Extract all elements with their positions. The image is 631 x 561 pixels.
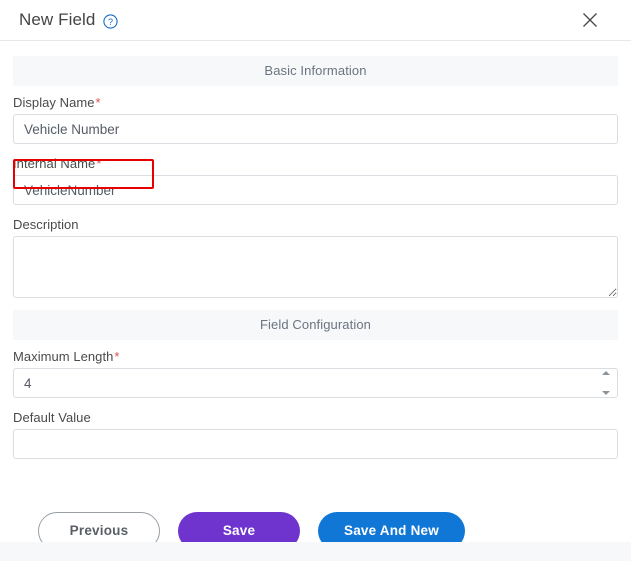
section-header-field-configuration: Field Configuration: [13, 310, 618, 340]
internal-name-label-text: Internal Name: [13, 156, 96, 171]
required-marker: *: [96, 156, 102, 171]
internal-name-label: Internal Name*: [13, 156, 618, 171]
bottom-strip: [0, 542, 631, 561]
default-value-label: Default Value: [13, 410, 91, 425]
internal-name-input[interactable]: [13, 175, 618, 205]
maximum-length-label: Maximum Length*: [13, 349, 618, 364]
svg-text:?: ?: [108, 17, 113, 27]
stepper-down-icon[interactable]: [601, 391, 610, 395]
stepper-up-icon[interactable]: [601, 371, 610, 375]
close-icon[interactable]: [577, 7, 603, 33]
field-display-name: Display Name*: [13, 95, 618, 144]
required-marker: *: [95, 95, 101, 110]
required-marker: *: [114, 349, 120, 364]
modal-header: New Field ?: [0, 0, 631, 41]
display-name-label: Display Name*: [13, 95, 618, 110]
display-name-label-text: Display Name: [13, 95, 95, 110]
maximum-length-wrapper: [13, 368, 618, 398]
field-description: Description: [13, 217, 618, 298]
description-label: Description: [13, 217, 79, 232]
modal-body: Basic Information Display Name* Internal…: [0, 41, 631, 500]
field-maximum-length: Maximum Length*: [13, 349, 618, 398]
description-textarea[interactable]: [13, 236, 618, 298]
display-name-input[interactable]: [13, 114, 618, 144]
question-circle-icon[interactable]: ?: [103, 13, 119, 29]
maximum-length-label-text: Maximum Length: [13, 349, 114, 364]
default-value-input[interactable]: [13, 429, 618, 459]
field-default-value: Default Value: [13, 410, 618, 459]
maximum-length-input[interactable]: [13, 368, 618, 398]
page-title: New Field: [19, 10, 96, 29]
section-header-basic-information: Basic Information: [13, 56, 618, 86]
field-internal-name: Internal Name*: [13, 156, 618, 205]
quantity-stepper[interactable]: [600, 371, 611, 395]
new-field-modal: New Field ? Basic Information Display Na…: [0, 0, 631, 561]
